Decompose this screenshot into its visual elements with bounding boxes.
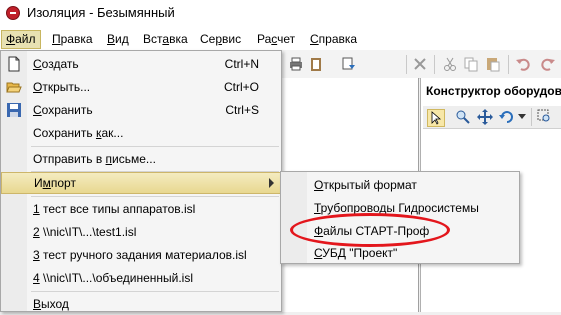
title-bar: Изоляция - Безымянный xyxy=(0,0,561,28)
menu-calc[interactable]: Расчет xyxy=(253,31,299,48)
cut-icon[interactable] xyxy=(442,56,458,72)
menu-separator xyxy=(31,146,279,147)
rotate-icon[interactable] xyxy=(499,109,515,125)
menu-item-import[interactable]: Импорт xyxy=(1,172,281,194)
menu-file[interactable]: Файл xyxy=(1,30,41,49)
highlight-annotation-oval xyxy=(290,213,450,247)
menu-icon-gutter xyxy=(281,172,307,263)
menu-item-open[interactable]: Открыть... Ctrl+O xyxy=(1,76,281,98)
pan-icon[interactable] xyxy=(477,109,493,125)
menu-insert[interactable]: Вставка xyxy=(139,31,192,48)
panel-toolbar xyxy=(423,106,561,129)
open-folder-icon xyxy=(6,82,22,93)
shortcut-save: Ctrl+S xyxy=(225,103,259,117)
import-dbms-project[interactable]: СУБД "Проект" xyxy=(314,246,397,260)
file-menu-dropdown: Создать Ctrl+N Открыть... Ctrl+O Сохрани… xyxy=(0,50,282,312)
menu-item-create[interactable]: Создать Ctrl+N xyxy=(1,53,281,75)
menu-service[interactable]: Сервис xyxy=(196,31,245,48)
app-logo-icon xyxy=(6,6,20,20)
close-icon[interactable] xyxy=(412,56,428,72)
copy-icon[interactable] xyxy=(463,56,479,72)
window-title: Изоляция - Безымянный xyxy=(27,5,175,20)
shortcut-create: Ctrl+N xyxy=(224,57,259,71)
menu-item-save-as[interactable]: Сохранить как... xyxy=(1,122,281,144)
redo-icon[interactable] xyxy=(540,56,556,72)
paste-icon[interactable] xyxy=(485,56,501,72)
menu-edit[interactable]: Правка xyxy=(48,31,97,48)
menu-item-send-mail[interactable]: Отправить в письме... xyxy=(1,148,281,170)
menu-bar: Файл Правка Вид Вставка Сервис Расчет Сп… xyxy=(0,28,561,50)
menu-item-save[interactable]: Сохранить Ctrl+S xyxy=(1,99,281,121)
menu-help[interactable]: Справка xyxy=(306,31,361,48)
new-document-icon xyxy=(8,56,20,72)
menu-separator xyxy=(31,291,279,292)
print-icon[interactable] xyxy=(288,56,304,72)
clipboard-icon[interactable] xyxy=(308,56,324,72)
recent-file-4[interactable]: 4 \\nic\IT\...\объединенный.isl xyxy=(1,267,281,289)
zoom-window-icon[interactable] xyxy=(537,109,553,125)
panel-title: Конструктор оборудова xyxy=(426,84,561,98)
menu-separator xyxy=(31,196,279,197)
recent-file-3[interactable]: 3 тест ручного задания материалов.isl xyxy=(1,244,281,266)
undo-icon[interactable] xyxy=(515,56,531,72)
recent-file-1[interactable]: 1 тест все типы аппаратов.isl xyxy=(1,198,281,220)
chevron-down-icon[interactable] xyxy=(518,114,526,120)
pointer-icon[interactable] xyxy=(427,109,445,127)
save-disk-icon xyxy=(7,103,21,117)
recent-file-2[interactable]: 2 \\nic\IT\...\test1.isl xyxy=(1,221,281,243)
import-open-format[interactable]: Открытый формат xyxy=(314,178,417,192)
shortcut-open: Ctrl+O xyxy=(223,80,259,94)
submenu-arrow-icon xyxy=(269,178,274,188)
import-hydrosystem-pipelines[interactable]: Трубопроводы Гидросистемы xyxy=(314,201,479,215)
zoom-icon[interactable] xyxy=(455,109,471,125)
menu-view[interactable]: Вид xyxy=(103,31,133,48)
export-icon[interactable] xyxy=(341,56,357,72)
